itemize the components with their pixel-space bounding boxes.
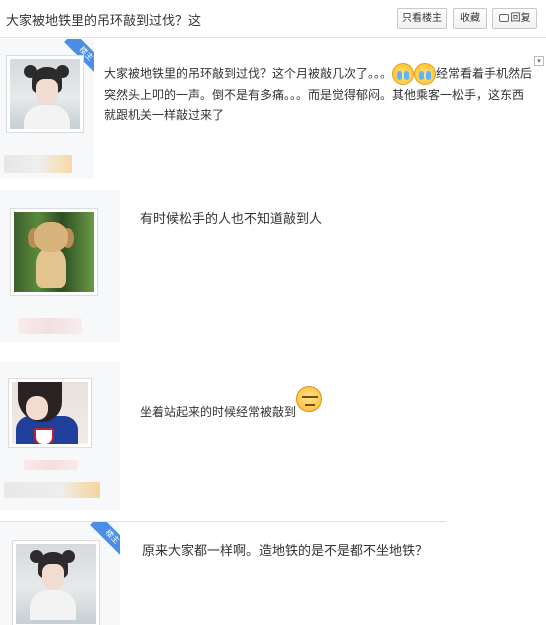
username-blurred[interactable] [18,318,82,334]
avatar[interactable] [6,55,84,133]
post-content: 有时候松手的人也不知道敲到人 [140,210,530,230]
crying-face-icon [392,63,415,85]
unamused-face-icon [296,386,323,412]
post-4: 楼主 原来大家都一样啊。造地铁的是不是都不坐地铁？ [0,522,546,625]
user-level-blurred [4,482,100,498]
avatar-image [10,59,80,129]
avatar-image [14,212,94,292]
avatar-image [16,544,96,624]
favorite-button[interactable]: 收藏 [453,8,487,29]
post-2: 有时候松手的人也不知道敲到人 [0,190,546,342]
thread-header: 大家被地铁里的吊环敲到过伐？这 只看楼主 收藏 回复 [0,0,546,38]
post-1: 楼主 大家被地铁里的吊环敲到过伐？这个月被敲几次了。。。 经常看着手机然后突然头上… [0,39,546,179]
reply-button[interactable]: 回复 [492,8,537,29]
post-text: 原来大家都一样啊。造地铁的是不是都不坐地铁？ [142,544,429,559]
post-content: 大家被地铁里的吊环敲到过伐？这个月被敲几次了。。。 经常看着手机然后突然头上叩的一… [104,63,534,125]
post-content: 原来大家都一样啊。造地铁的是不是都不坐地铁？ [142,542,532,562]
avatar[interactable] [8,378,92,448]
post-content: 坐着站起来的时候经常被敲到 [140,386,530,422]
post-3: 坐着站起来的时候经常被敲到 [0,362,546,510]
username-blurred[interactable] [4,155,72,173]
thread-title: 大家被地铁里的吊环敲到过伐？这 [6,14,202,29]
avatar[interactable] [12,540,100,625]
post-text-part1: 大家被地铁里的吊环敲到过伐？这个月被敲几次了。。。 [104,66,393,81]
crying-face-icon [414,63,437,85]
avatar[interactable] [10,208,98,296]
username-blurred[interactable] [24,460,78,470]
post-text: 坐着站起来的时候经常被敲到 [140,405,297,419]
post-text: 有时候松手的人也不知道敲到人 [140,212,323,227]
only-author-button[interactable]: 只看楼主 [397,8,447,29]
reply-button-label: 回复 [510,13,531,24]
avatar-image [12,382,88,444]
reply-icon [498,14,509,22]
